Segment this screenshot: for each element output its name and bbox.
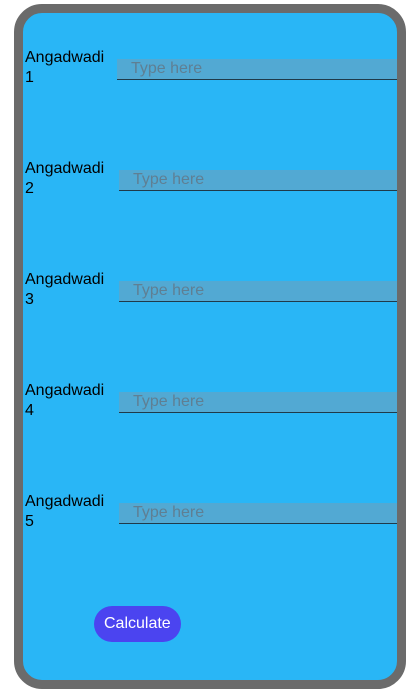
angadwadi-1-input[interactable] — [117, 59, 397, 79]
angadwadi-5-label: Angadwadi 5 — [25, 493, 105, 530]
angadwadi-4-field-container — [119, 392, 397, 413]
angadwadi-1-field-container — [117, 59, 397, 80]
angadwadi-4-row: Angadwadi 4 — [23, 381, 397, 421]
angadwadi-2-label: Angadwadi 2 — [25, 160, 105, 197]
angadwadi-5-field-container — [119, 503, 397, 524]
angadwadi-3-label: Angadwadi 3 — [25, 271, 105, 308]
angadwadi-3-input[interactable] — [119, 281, 397, 301]
angadwadi-4-input[interactable] — [119, 392, 397, 412]
angadwadi-3-field-container — [119, 281, 397, 302]
angadwadi-2-row: Angadwadi 2 — [23, 159, 397, 199]
angadwadi-2-field-container — [119, 170, 397, 191]
angadwadi-1-label: Angadwadi 1 — [25, 49, 105, 86]
angadwadi-3-row: Angadwadi 3 — [23, 270, 397, 310]
phone-frame: Angadwadi 1 Angadwadi 2 Angadwadi 3 Anga… — [14, 4, 406, 689]
angadwadi-4-label: Angadwadi 4 — [25, 382, 105, 419]
calculate-button[interactable]: Calculate — [94, 606, 181, 642]
angadwadi-5-input[interactable] — [119, 503, 397, 523]
angadwadi-5-row: Angadwadi 5 — [23, 492, 397, 532]
angadwadi-1-row: Angadwadi 1 — [23, 48, 397, 88]
angadwadi-2-input[interactable] — [119, 170, 397, 190]
